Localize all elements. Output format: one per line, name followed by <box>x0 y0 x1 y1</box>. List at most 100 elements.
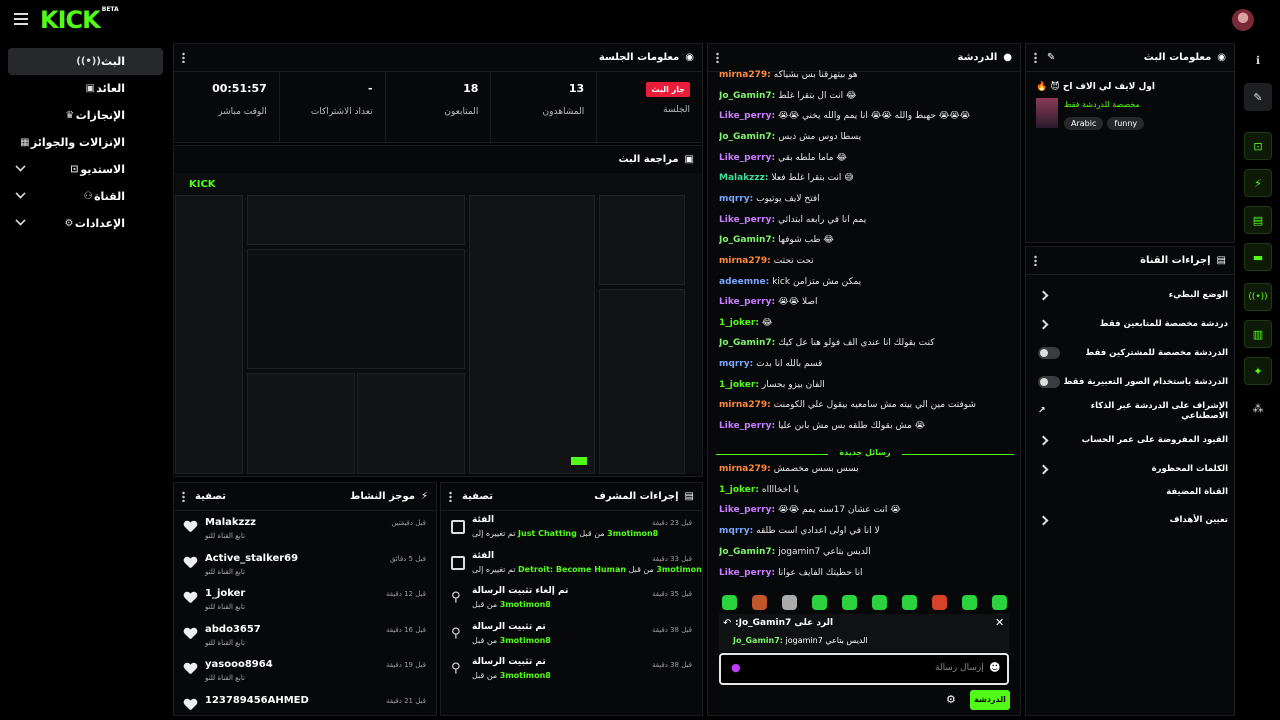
list-item: ⚲ تم تثبيت الرسالة 3motimon8 من قبل قبل … <box>451 621 692 645</box>
chat-username[interactable]: Like_perry: <box>719 421 775 431</box>
chat-username[interactable]: mirna279: <box>719 464 771 474</box>
chat-text: kick يمكن مش متزامن <box>772 276 862 287</box>
action-host-channel[interactable]: القناة المضيفة <box>1034 482 1228 502</box>
tag[interactable]: funny <box>1107 117 1145 130</box>
user-avatar[interactable] <box>1232 9 1254 31</box>
tag[interactable]: Arabic <box>1064 117 1104 130</box>
pencil-icon[interactable]: ✎ <box>1244 83 1272 111</box>
more-options-icon[interactable] <box>449 491 452 502</box>
emote-icon[interactable] <box>902 595 917 610</box>
chat-username[interactable]: mqrry: <box>719 359 753 369</box>
chat-username[interactable]: mirna279: <box>719 400 771 410</box>
stream-info-panel: ◉ معلومات البث ✎ اول لايف لي الاف اح 😈 🔥… <box>1025 43 1235 243</box>
list-item: yasooo8964 تابع القناة للتو قبل 19 دقيقة <box>174 653 436 689</box>
sidebar-item-stream[interactable]: البث ((•)) <box>8 48 163 75</box>
info-icon[interactable]: ℹ <box>1244 46 1272 74</box>
action-banned-words[interactable]: الكلمات المحظورة <box>1034 456 1228 482</box>
chat-username[interactable]: mirna279: <box>719 256 771 266</box>
emote-icon[interactable] <box>992 595 1007 610</box>
chat-text: يسطا دوس مش دبس <box>778 131 862 142</box>
close-icon[interactable]: ✕ <box>995 616 1004 629</box>
emote-icon[interactable] <box>872 595 887 610</box>
chat-message: mqrry: افتح لايف يوتيوب <box>719 194 1009 204</box>
heart-icon <box>184 592 197 604</box>
chevron-right-icon <box>1038 515 1049 525</box>
sidebar-item-studio[interactable]: الاستديو ⊡ <box>8 156 163 183</box>
action-emote-only[interactable]: الدردشة باستخدام الصور التعبيرية فقط <box>1034 369 1228 395</box>
category-thumbnail[interactable] <box>1036 98 1058 128</box>
chat-username[interactable]: Jo_Gamin7: <box>719 547 775 557</box>
kick-logo[interactable]: KICK BETA <box>40 6 119 34</box>
chat-message: Like_perry: يمم انا في رابعه ابتدائي <box>719 215 1009 225</box>
microphone-icon[interactable]: ● <box>731 661 741 674</box>
stream-preview-video[interactable]: KICK <box>175 173 702 474</box>
chat-username[interactable]: 1_joker: <box>719 318 759 328</box>
menu-icon[interactable] <box>14 13 28 25</box>
sidebar-item-revenue[interactable]: العائد ▣ <box>8 75 163 102</box>
chevron-right-icon <box>1038 435 1049 445</box>
lightning-icon[interactable]: ⚡ <box>1244 169 1272 197</box>
emote-icon[interactable] <box>812 595 827 610</box>
chat-username[interactable]: 1_joker: <box>719 380 759 390</box>
chat-username[interactable]: Like_perry: <box>719 111 775 121</box>
panel-title: إجراءات القناة <box>1140 255 1211 266</box>
chat-username[interactable]: Like_perry: <box>719 297 775 307</box>
chat-username[interactable]: mqrry: <box>719 526 753 536</box>
sidebar-item-channel[interactable]: القناة ⚇ <box>8 183 163 210</box>
action-slow-mode[interactable]: الوضع البطيء <box>1034 282 1228 308</box>
chevron-right-icon <box>1038 319 1049 329</box>
stream-subtitle[interactable]: مخصصة للدردشة فقط <box>1064 100 1140 109</box>
chat-input[interactable]: ● إرسال رسالة ☻ <box>719 653 1009 685</box>
chat-username[interactable]: adeemne: <box>719 277 769 287</box>
document-icon[interactable]: ▤ <box>1244 206 1272 234</box>
emote-icon[interactable] <box>752 595 767 610</box>
action-account-age[interactable]: القيود المفروضة على عمر الحساب <box>1034 427 1228 453</box>
apps-icon[interactable]: ⁂ <box>1244 394 1272 422</box>
filter-button[interactable]: تصفية <box>462 491 493 502</box>
send-chat-button[interactable]: الدردشة <box>970 690 1010 710</box>
more-options-icon[interactable] <box>182 52 185 63</box>
chat-username[interactable]: Jo_Gamin7: <box>719 132 775 142</box>
chat-username[interactable]: 1_joker: <box>719 485 759 495</box>
action-followers-only[interactable]: دردشة مخصصة للمتابعين فقط <box>1034 311 1228 337</box>
chat-icon[interactable]: ▬ <box>1244 243 1272 271</box>
chat-username[interactable]: Jo_Gamin7: <box>719 91 775 101</box>
emote-icon[interactable] <box>722 595 737 610</box>
emoji-icon[interactable]: ☻ <box>989 661 1000 674</box>
chat-username[interactable]: Malakzzz: <box>719 173 769 183</box>
chat-username[interactable]: Like_perry: <box>719 215 775 225</box>
filter-button[interactable]: تصفية <box>195 491 226 502</box>
more-options-icon[interactable] <box>1034 52 1037 63</box>
emote-icon[interactable] <box>962 595 977 610</box>
more-options-icon[interactable] <box>182 491 185 502</box>
more-options-icon[interactable] <box>1034 255 1037 266</box>
stream-preview-icon[interactable]: ⊡ <box>1244 132 1272 160</box>
chat-username[interactable]: Like_perry: <box>719 568 775 578</box>
session-stats: جار البث الجلسة 13 المشاهدون 18 المتابعو… <box>174 72 702 143</box>
broadcast-icon[interactable]: ((•)) <box>1244 283 1272 311</box>
sidebar-item-achievements[interactable]: الإنجازات ♛ <box>8 102 163 129</box>
chat-username[interactable]: Jo_Gamin7: <box>719 235 775 245</box>
subscribers-only-toggle[interactable] <box>1038 347 1060 359</box>
wrench-icon[interactable]: ✦ <box>1244 357 1272 385</box>
pencil-icon[interactable]: ✎ <box>1047 52 1055 63</box>
action-ai-moderation[interactable]: الإشراف على الدردشة عبر الذكاء الاصطناعي… <box>1034 398 1228 424</box>
channel-icon: ⚇ <box>83 190 93 202</box>
sidebar-item-settings[interactable]: الإعدادات ⚙ <box>8 210 163 237</box>
emote-icon[interactable] <box>782 595 797 610</box>
chat-username[interactable]: mirna279: <box>719 70 771 80</box>
chat-username[interactable]: Jo_Gamin7: <box>719 338 775 348</box>
action-subscribers-only[interactable]: الدردشة مخصصة للمشتركين فقط <box>1034 340 1228 366</box>
gear-icon[interactable]: ⚙ <box>946 693 956 706</box>
top-bar: KICK BETA <box>0 0 1280 40</box>
emote-icon[interactable] <box>842 595 857 610</box>
chat-username[interactable]: mqrry: <box>719 194 753 204</box>
sidebar-item-drops[interactable]: الإنزالات والجوائز ▦ <box>8 129 163 156</box>
more-options-icon[interactable] <box>716 52 719 63</box>
chat-username[interactable]: Like_perry: <box>719 153 775 163</box>
action-set-goals[interactable]: تعيين الأهداف <box>1034 507 1228 533</box>
chat-username[interactable]: Like_perry: <box>719 505 775 515</box>
emote-only-toggle[interactable] <box>1038 376 1060 388</box>
layout-icon[interactable]: ▥ <box>1244 320 1272 348</box>
emote-icon[interactable] <box>932 595 947 610</box>
